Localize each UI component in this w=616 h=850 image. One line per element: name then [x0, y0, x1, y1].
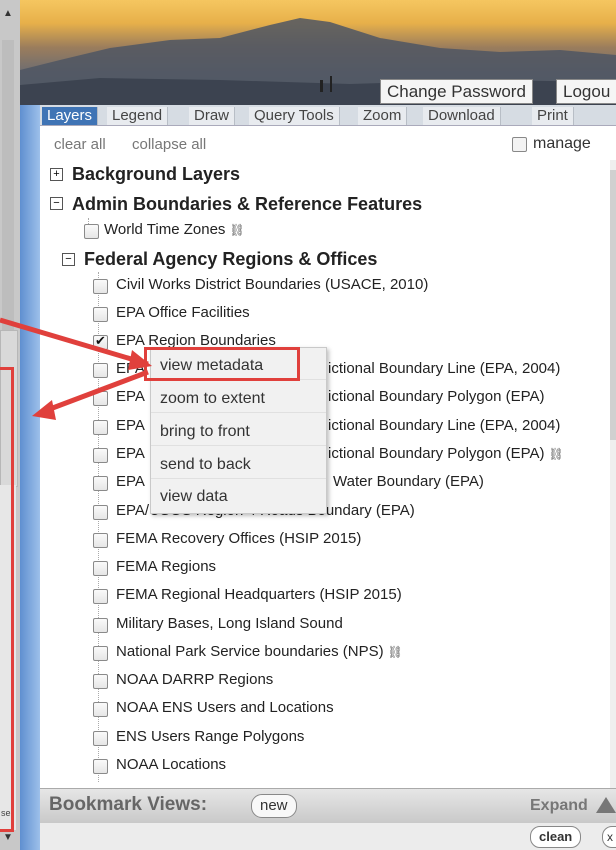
- tab-legend[interactable]: Legend: [107, 107, 169, 125]
- layer-item[interactable]: National Park Service boundaries (NPS) ⛓: [116, 643, 403, 660]
- layer-checkbox[interactable]: [93, 420, 108, 435]
- layer-item-remainder: ictional Boundary Line (EPA, 2004): [328, 360, 561, 377]
- panel-edge: [20, 0, 40, 850]
- collapse-icon[interactable]: −: [62, 253, 75, 266]
- layer-checkbox[interactable]: [93, 533, 108, 548]
- menu-zoom-to-extent[interactable]: zoom to extent: [151, 385, 326, 413]
- layer-checkbox[interactable]: [93, 759, 108, 774]
- layer-item[interactable]: NOAA ENS Users and Locations: [116, 699, 334, 716]
- layer-item[interactable]: EPA: [116, 445, 145, 462]
- tab-draw[interactable]: Draw: [189, 107, 236, 125]
- scroll-track: [2, 40, 14, 332]
- layer-checkbox[interactable]: [93, 674, 108, 689]
- layer-checkbox[interactable]: [93, 505, 108, 520]
- tab-print[interactable]: Print: [532, 107, 574, 125]
- admin-boundaries-group[interactable]: Admin Boundaries & Reference Features: [72, 194, 422, 215]
- background-layers-group[interactable]: Background Layers: [72, 164, 240, 185]
- layer-checkbox[interactable]: [93, 646, 108, 661]
- layers-scroll-thumb[interactable]: [610, 170, 616, 440]
- layer-item[interactable]: EPA Office Facilities: [116, 304, 250, 321]
- annotation-box-left: [0, 367, 14, 832]
- expand-triangle-icon[interactable]: [596, 797, 616, 813]
- bookmark-title: Bookmark Views:: [49, 794, 208, 815]
- layer-item-remainder: Water Boundary (EPA): [333, 473, 484, 490]
- layer-item[interactable]: Military Bases, Long Island Sound: [116, 615, 343, 632]
- layer-item[interactable]: NOAA DARRP Regions: [116, 671, 273, 688]
- layer-checkbox-checked[interactable]: [93, 333, 108, 350]
- layer-item-remainder: ictional Boundary Polygon (EPA) ⛓: [328, 445, 564, 462]
- layer-item[interactable]: Civil Works District Boundaries (USACE, …: [116, 276, 428, 293]
- manage-checkbox[interactable]: [512, 137, 527, 152]
- layer-item[interactable]: EPA: [116, 473, 145, 490]
- layer-item[interactable]: FEMA Recovery Offices (HSIP 2015): [116, 530, 361, 547]
- menu-view-data[interactable]: view data: [151, 483, 326, 511]
- layer-item[interactable]: EPA: [116, 360, 145, 377]
- tab-download[interactable]: Download: [423, 107, 501, 125]
- layer-item[interactable]: NOAA Locations: [116, 756, 226, 773]
- manage-label: manage: [533, 135, 591, 152]
- footer-bar: clean x: [40, 823, 616, 850]
- layer-checkbox[interactable]: [93, 702, 108, 717]
- scroll-down-icon[interactable]: ▼: [3, 832, 13, 843]
- link-icon: ⛓: [548, 447, 564, 461]
- layer-world-time-zones[interactable]: World Time Zones ⛓: [104, 221, 245, 238]
- layer-checkbox[interactable]: [93, 618, 108, 633]
- layer-item[interactable]: FEMA Regional Headquarters (HSIP 2015): [116, 586, 402, 603]
- menu-bring-to-front[interactable]: bring to front: [151, 418, 326, 446]
- annotation-highlight-box: [144, 347, 300, 381]
- collapse-all-link[interactable]: collapse all: [132, 136, 206, 153]
- layer-item[interactable]: ENS Users Range Polygons: [116, 728, 304, 745]
- layer-checkbox[interactable]: [84, 224, 99, 239]
- layer-checkbox[interactable]: [93, 279, 108, 294]
- tab-layers[interactable]: Layers: [42, 107, 99, 125]
- close-button[interactable]: x: [602, 826, 616, 848]
- layer-checkbox[interactable]: [93, 589, 108, 604]
- layer-item-remainder: ictional Boundary Line (EPA, 2004): [328, 417, 561, 434]
- link-icon: ⛓: [387, 645, 403, 659]
- scroll-up-icon[interactable]: ▲: [3, 8, 13, 19]
- layers-scrollbar[interactable]: [610, 160, 616, 788]
- tab-query-tools[interactable]: Query Tools: [249, 107, 340, 125]
- expand-link[interactable]: Expand: [530, 797, 588, 815]
- link-icon: ⛓: [229, 223, 245, 237]
- layer-item[interactable]: EPA: [116, 388, 145, 405]
- layer-checkbox[interactable]: [93, 307, 108, 322]
- layer-checkbox[interactable]: [93, 476, 108, 491]
- layer-checkbox[interactable]: [93, 363, 108, 378]
- collapse-icon[interactable]: −: [50, 197, 63, 210]
- clear-all-link[interactable]: clear all: [54, 136, 106, 153]
- tab-zoom[interactable]: Zoom: [358, 107, 408, 125]
- expand-icon[interactable]: +: [50, 168, 63, 181]
- layer-item-remainder: ictional Boundary Polygon (EPA): [328, 388, 545, 405]
- layer-item[interactable]: FEMA Regions: [116, 558, 216, 575]
- federal-agency-group[interactable]: Federal Agency Regions & Offices: [84, 249, 377, 270]
- menu-send-to-back[interactable]: send to back: [151, 451, 326, 479]
- change-password-button[interactable]: Change Password: [380, 79, 533, 104]
- tab-bar: Layers Legend Draw Query Tools Zoom Down…: [40, 105, 616, 126]
- layer-item[interactable]: EPA: [116, 417, 145, 434]
- layer-checkbox[interactable]: [93, 561, 108, 576]
- clean-button[interactable]: clean: [530, 826, 582, 848]
- new-bookmark-button[interactable]: new: [251, 794, 297, 818]
- layer-checkbox[interactable]: [93, 448, 108, 463]
- layer-checkbox[interactable]: [93, 391, 108, 406]
- layer-checkbox[interactable]: [93, 731, 108, 746]
- bookmark-bar: Bookmark Views: new Expand: [40, 788, 616, 823]
- logout-button[interactable]: Logou: [556, 79, 616, 104]
